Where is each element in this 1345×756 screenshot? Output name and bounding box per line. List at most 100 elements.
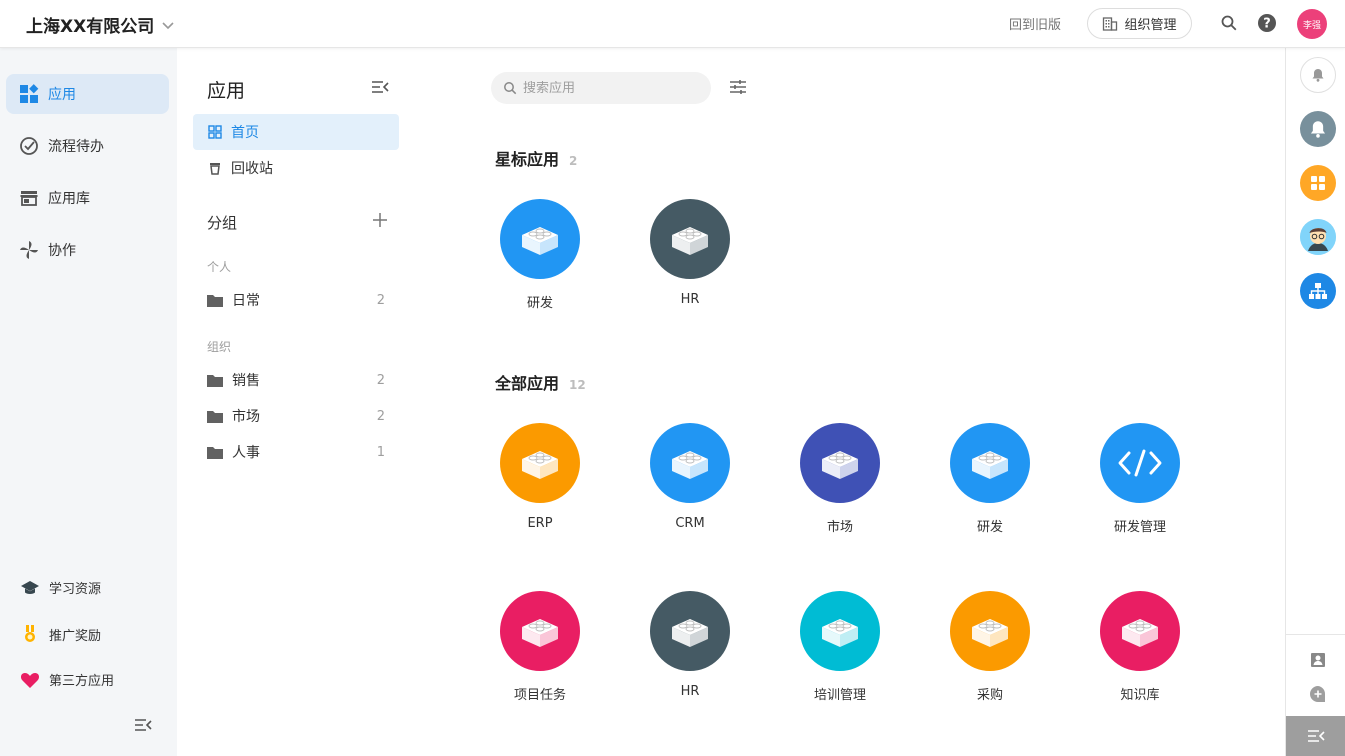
app-icon-circle[interactable]	[800, 423, 880, 503]
apps-icon	[20, 84, 39, 103]
org-chart-button[interactable]	[1300, 273, 1336, 309]
app-icon-circle[interactable]	[800, 591, 880, 671]
contacts-icon[interactable]	[1308, 650, 1328, 670]
folder-count: 2	[376, 292, 385, 308]
app-icon-circle[interactable]	[500, 591, 580, 671]
lego-brick-icon	[672, 619, 708, 647]
panel-title: 应用	[207, 80, 246, 102]
code-icon	[1118, 449, 1162, 477]
folder-icon	[207, 410, 223, 423]
app-icon-circle[interactable]	[1100, 423, 1180, 503]
app-tile[interactable]: 研发	[940, 423, 1040, 535]
menu-label: 首页	[231, 125, 259, 141]
app-icon-circle[interactable]	[650, 423, 730, 503]
app-icon-circle[interactable]	[500, 199, 580, 279]
nav-item-referral-rewards[interactable]: 推广奖励	[20, 624, 101, 644]
app-icon-circle[interactable]	[650, 591, 730, 671]
app-icon-circle[interactable]	[950, 591, 1030, 671]
app-name: HR	[680, 292, 700, 307]
svg-text:?: ?	[1263, 17, 1271, 32]
app-icon-circle[interactable]	[950, 423, 1030, 503]
lego-brick-icon	[972, 451, 1008, 479]
help-icon[interactable]: ?	[1256, 12, 1278, 34]
section-count: 12	[569, 378, 586, 392]
nav-item-third-party-apps[interactable]: 第三方应用	[20, 670, 114, 689]
lego-brick-icon	[522, 619, 558, 647]
app-tile[interactable]: 研发	[490, 199, 590, 311]
nav-label: 协作	[48, 243, 76, 259]
filter-settings-icon[interactable]	[729, 79, 747, 99]
search-box[interactable]	[491, 72, 711, 104]
app-tile[interactable]: 市场	[790, 423, 890, 535]
company-switcher[interactable]: 上海XX有限公司	[26, 12, 176, 37]
collapse-right-toolbar-button[interactable]	[1286, 716, 1345, 756]
nav-item-app-library[interactable]: 应用库	[6, 178, 169, 218]
notification-small-button[interactable]	[1300, 57, 1336, 93]
medal-icon	[25, 625, 35, 642]
app-name: 项目任务	[513, 688, 566, 703]
group-folder[interactable]: 日常 2	[207, 290, 385, 310]
app-icon-circle[interactable]	[650, 199, 730, 279]
menu-item-home[interactable]: 首页	[193, 114, 399, 150]
section-count: 2	[569, 154, 578, 168]
apps-shortcut-button[interactable]	[1300, 165, 1336, 201]
add-chat-icon[interactable]	[1308, 684, 1328, 704]
app-tile[interactable]: 培训管理	[790, 591, 890, 703]
app-tile[interactable]: CRM	[640, 423, 740, 531]
nav-item-learning-resources[interactable]: 学习资源	[20, 578, 101, 597]
user-avatar[interactable]: 李强	[1297, 9, 1327, 39]
search-icon[interactable]	[1218, 12, 1240, 34]
menu-label: 回收站	[231, 161, 273, 177]
main-content: 星标应用 2 研发HR 全部应用 12 ERPCRM市场研发研发管理项目任务HR…	[409, 48, 1285, 756]
folder-icon	[207, 374, 223, 387]
app-tile[interactable]: 采购	[940, 591, 1040, 703]
left-nav: 应用 流程待办 应用库 协作 学习资源 推广奖励 第三方应用	[0, 48, 177, 756]
app-tile[interactable]: 研发管理	[1090, 423, 1190, 535]
section-label-org: 组织	[207, 340, 232, 354]
nav-label: 应用	[48, 87, 76, 103]
group-title: 分组	[207, 214, 238, 232]
lego-brick-icon	[672, 451, 708, 479]
nav-bottom-label: 推广奖励	[49, 628, 102, 644]
org-manage-label: 组织管理	[1124, 18, 1177, 33]
collapse-panel-icon[interactable]	[371, 80, 389, 98]
notification-button[interactable]	[1300, 111, 1336, 147]
lego-brick-icon	[522, 451, 558, 479]
group-folder[interactable]: 销售 2	[207, 370, 385, 390]
check-circle-icon	[20, 137, 38, 155]
folder-count: 2	[376, 372, 385, 388]
collapse-icon	[1308, 730, 1325, 742]
nav-item-collaboration[interactable]: 协作	[6, 230, 169, 270]
group-folder[interactable]: 人事 1	[207, 442, 385, 462]
menu-item-recycle-bin[interactable]: 回收站	[193, 150, 399, 186]
collapse-sidebar-icon[interactable]	[134, 718, 152, 736]
search-input[interactable]	[523, 80, 693, 96]
app-tile[interactable]: ERP	[490, 423, 590, 531]
app-tile[interactable]: HR	[640, 591, 740, 699]
lego-brick-icon	[822, 619, 858, 647]
pinwheel-icon	[20, 241, 38, 259]
top-bar: 上海XX有限公司 回到旧版 组织管理 ? 李强	[0, 0, 1345, 48]
folder-name: 人事	[232, 445, 260, 461]
app-tile[interactable]: 知识库	[1090, 591, 1190, 703]
nav-bottom-label: 学习资源	[49, 582, 102, 597]
app-tile[interactable]: HR	[640, 199, 740, 307]
folder-count: 2	[376, 408, 385, 424]
group-folder[interactable]: 市场 2	[207, 406, 385, 426]
contact-avatar[interactable]	[1300, 219, 1336, 255]
app-name: CRM	[675, 516, 705, 531]
app-icon-circle[interactable]	[500, 423, 580, 503]
starred-section-title: 星标应用 2	[495, 146, 577, 170]
add-group-icon[interactable]	[372, 212, 388, 232]
bell-icon	[1312, 69, 1324, 82]
app-name: 研发管理	[1113, 520, 1166, 535]
app-tile[interactable]: 项目任务	[490, 591, 590, 703]
app-name: 培训管理	[813, 688, 866, 703]
nav-item-apps[interactable]: 应用	[6, 74, 169, 114]
app-icon-circle[interactable]	[1100, 591, 1180, 671]
folder-icon	[207, 446, 223, 459]
back-to-old-version-link[interactable]: 回到旧版	[1009, 14, 1061, 33]
nav-item-workflow-todo[interactable]: 流程待办	[6, 126, 169, 166]
lego-brick-icon	[1122, 619, 1158, 647]
org-manage-button[interactable]: 组织管理	[1087, 8, 1192, 39]
